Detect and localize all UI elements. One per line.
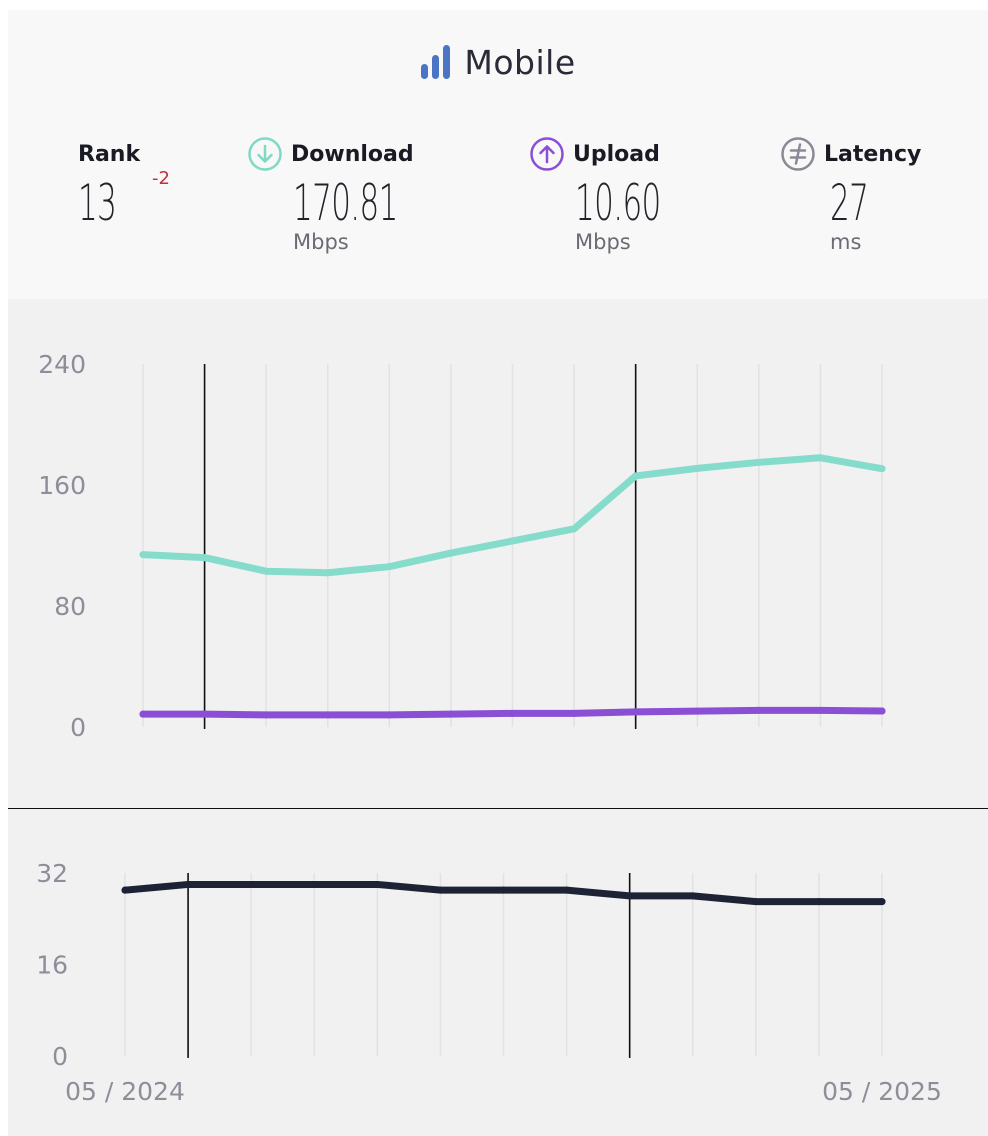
download-data-point (816, 454, 824, 462)
speed-chart: 240 160 80 0 (38, 350, 886, 742)
chart-divider (8, 808, 988, 809)
upload-stat: Upload 10.60 Mbps (529, 137, 713, 254)
speed-card: Mobile Rank 13 -2 Download 170.81 Mbps U… (8, 10, 988, 1136)
latency-data-point (815, 898, 823, 906)
latency-circle-icon (781, 137, 815, 171)
download-data-point (632, 472, 640, 480)
latency-data-point (878, 898, 886, 906)
download-data-point (878, 465, 886, 473)
upload-value: 10.60 (575, 174, 661, 232)
latency-y-tick-label: 16 (36, 951, 68, 980)
x-tick-label-first: 05 / 2024 (65, 1077, 185, 1106)
download-data-point (570, 525, 578, 533)
upload-data-point (447, 710, 455, 718)
download-value: 170.81 (293, 174, 398, 232)
upload-data-point (693, 707, 701, 715)
download-data-point (262, 567, 270, 575)
latency-data-point (247, 880, 255, 888)
latency-data-point (436, 886, 444, 894)
latency-stat: Latency 27 ms (780, 137, 922, 254)
latency-y-tick-label: 0 (52, 1042, 68, 1071)
upload-data-point (632, 708, 640, 716)
latency-data-point (500, 886, 507, 894)
stats-header: Mobile Rank 13 -2 Download 170.81 Mbps U… (8, 10, 988, 299)
download-unit: Mbps (293, 230, 349, 254)
title-row: Mobile (8, 40, 988, 84)
download-data-point (447, 549, 455, 557)
upload-data-point (755, 706, 763, 714)
latency-unit: ms (830, 230, 862, 254)
x-tick-label-last: 05 / 2025 (822, 1077, 942, 1106)
rank-stat: Rank 13 (78, 138, 141, 232)
download-data-point (139, 551, 147, 559)
latency-label: Latency (824, 141, 922, 167)
speed-y-tick-label: 160 (38, 471, 86, 500)
download-data-point (324, 569, 332, 577)
upload-data-point (878, 707, 886, 715)
upload-data-point (324, 711, 332, 719)
page-title: Mobile (464, 42, 576, 82)
latency-data-point (752, 898, 760, 906)
upload-data-point (570, 709, 578, 717)
upload-data-point (262, 711, 270, 719)
upload-label: Upload (573, 141, 660, 167)
download-data-point (509, 537, 516, 545)
latency-value: 27 (830, 174, 869, 232)
upload-unit: Mbps (575, 230, 631, 254)
download-label: Download (291, 141, 414, 167)
download-data-point (385, 563, 393, 571)
download-circle-icon (248, 137, 282, 171)
upload-data-point (385, 711, 393, 719)
upload-data-point (816, 706, 824, 714)
latency-data-point (121, 886, 129, 894)
upload-data-point (509, 709, 516, 717)
rank-value: 13 (78, 174, 117, 232)
latency-data-point (626, 892, 634, 900)
bar-signal-icon (421, 45, 451, 79)
latency-chart: 32 16 0 05 / 2024 05 / 2025 (36, 859, 942, 1106)
speed-y-tick-label: 240 (38, 350, 86, 379)
rank-label: Rank (78, 141, 141, 167)
latency-data-point (689, 892, 697, 900)
upload-data-point (201, 710, 209, 718)
upload-circle-icon (530, 137, 564, 171)
latency-y-tick-label: 32 (36, 859, 68, 888)
latency-data-point (373, 880, 381, 888)
latency-data-point (310, 880, 318, 888)
download-data-point (693, 464, 701, 472)
speed-y-tick-label: 80 (54, 592, 86, 621)
latency-data-point (563, 886, 571, 894)
rank-delta: -2 (152, 168, 170, 189)
download-data-point (201, 554, 209, 562)
speed-y-tick-label: 0 (70, 713, 86, 742)
upload-data-point (139, 710, 147, 718)
latency-data-point (184, 880, 192, 888)
download-stat: Download 170.81 Mbps (247, 137, 462, 254)
download-data-point (755, 458, 763, 466)
